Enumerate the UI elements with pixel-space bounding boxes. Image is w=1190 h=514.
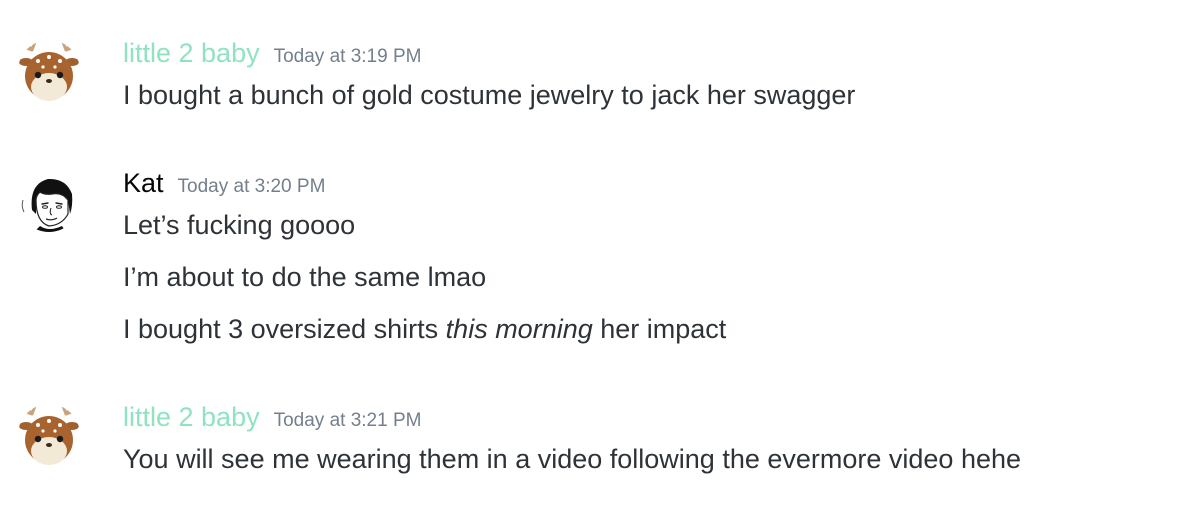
message-text: You will see me wearing them in a video … — [123, 444, 1022, 474]
message-text: I’m about to do the same lmao — [123, 262, 487, 292]
message-text-italic: this morning — [445, 314, 593, 344]
username[interactable]: little 2 baby — [123, 402, 260, 432]
fawn-plush-icon — [18, 40, 80, 102]
avatar[interactable] — [18, 40, 80, 102]
chat-messages: little 2 baby Today at 3:19 PM I bought a… — [0, 0, 1190, 514]
sketch-face-icon — [18, 170, 80, 232]
avatar[interactable] — [18, 404, 80, 466]
username[interactable]: little 2 baby — [123, 38, 260, 68]
timestamp[interactable]: Today at 3:20 PM — [178, 176, 326, 197]
message-text: Let’s fucking goooo — [123, 210, 356, 240]
message-header: little 2 baby Today at 3:21 PM — [123, 400, 421, 439]
timestamp[interactable]: Today at 3:19 PM — [274, 46, 422, 67]
message-header: little 2 baby Today at 3:19 PM — [123, 36, 421, 75]
message-text-part: I bought 3 oversized shirts — [123, 314, 446, 344]
message-text: I bought 3 oversized shirts this morning… — [123, 312, 726, 346]
message-text: I bought a bunch of gold costume jewelry… — [123, 80, 856, 110]
fawn-plush-icon — [18, 404, 80, 466]
avatar[interactable] — [18, 170, 80, 232]
username[interactable]: Kat — [123, 168, 164, 198]
message-header: Kat Today at 3:20 PM — [123, 166, 325, 205]
message-text-part: her impact — [592, 314, 727, 344]
timestamp[interactable]: Today at 3:21 PM — [274, 410, 422, 431]
